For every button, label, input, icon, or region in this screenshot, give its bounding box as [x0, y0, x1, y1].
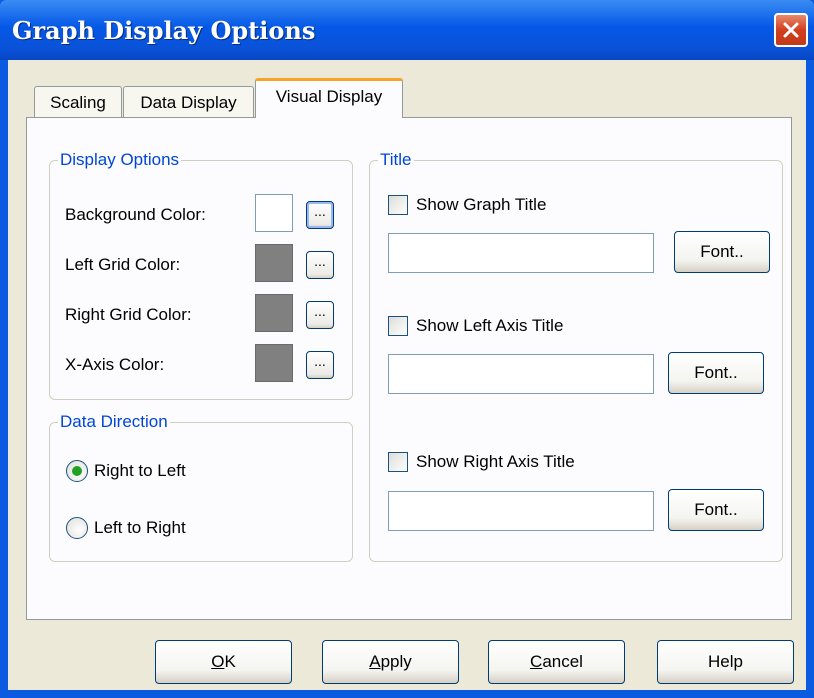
- background-color-label: Background Color:: [65, 205, 206, 224]
- graph-title-font-button[interactable]: Font..: [674, 231, 770, 273]
- title-bar[interactable]: Graph Display Options: [0, 0, 814, 60]
- right-axis-title-input[interactable]: [388, 491, 654, 531]
- title-group: Title Show Graph Title Font.. Show Left …: [369, 149, 783, 562]
- data-direction-group: Data Direction Right to Left Left to Rig…: [49, 411, 353, 562]
- display-options-group: Display Options Background Color: ... Le…: [49, 149, 353, 400]
- left-grid-color-label: Left Grid Color:: [65, 255, 181, 274]
- graph-title-input[interactable]: [388, 233, 654, 273]
- tab-data-display-label: Data Display: [140, 92, 237, 112]
- graph-title-font-label: Font..: [700, 242, 744, 261]
- cancel-label-rest: ancel: [542, 652, 583, 671]
- apply-mnemonic: A: [369, 652, 381, 671]
- tab-visual-display-label: Visual Display: [275, 86, 383, 106]
- background-color-swatch: [255, 194, 293, 232]
- cancel-mnemonic: C: [530, 652, 543, 671]
- right-grid-color-button[interactable]: ...: [306, 301, 334, 329]
- show-graph-title-checkbox[interactable]: [388, 195, 408, 215]
- close-icon: [783, 22, 799, 38]
- left-grid-color-swatch: [255, 244, 293, 282]
- tab-scaling[interactable]: Scaling: [34, 86, 122, 118]
- right-axis-title-font-label: Font..: [694, 500, 738, 519]
- help-label: Help: [708, 652, 743, 671]
- display-options-legend: Display Options: [58, 149, 182, 171]
- right-grid-color-label: Right Grid Color:: [65, 305, 192, 324]
- ok-label-rest: K: [224, 652, 236, 671]
- right-axis-title-font-button[interactable]: Font..: [668, 489, 764, 531]
- tab-visual-display[interactable]: Visual Display: [255, 78, 403, 118]
- right-to-left-radio[interactable]: [66, 460, 88, 482]
- right-grid-color-swatch: [255, 294, 293, 332]
- close-button[interactable]: [774, 13, 808, 47]
- ok-mnemonic: O: [211, 652, 225, 671]
- title-legend: Title: [378, 149, 414, 171]
- background-color-button[interactable]: ...: [306, 201, 334, 229]
- left-axis-title-font-label: Font..: [694, 363, 738, 382]
- apply-button[interactable]: Apply: [322, 640, 459, 684]
- help-button[interactable]: Help: [657, 640, 794, 684]
- tab-data-display[interactable]: Data Display: [123, 86, 254, 118]
- left-axis-title-input[interactable]: [388, 354, 654, 394]
- window-title: Graph Display Options: [12, 16, 316, 45]
- radio-selected-dot: [72, 466, 82, 476]
- left-to-right-radio[interactable]: [66, 517, 88, 539]
- left-to-right-label[interactable]: Left to Right: [94, 518, 186, 538]
- cancel-button[interactable]: Cancel: [488, 640, 625, 684]
- tab-scaling-label: Scaling: [50, 92, 106, 112]
- x-axis-color-label: X-Axis Color:: [65, 355, 165, 374]
- x-axis-color-button[interactable]: ...: [306, 351, 334, 379]
- visual-display-panel: Display Options Background Color: ... Le…: [26, 117, 792, 620]
- left-axis-title-font-button[interactable]: Font..: [668, 352, 764, 394]
- show-graph-title-label[interactable]: Show Graph Title: [416, 195, 546, 215]
- show-left-axis-title-label[interactable]: Show Left Axis Title: [416, 316, 563, 336]
- x-axis-color-swatch: [255, 344, 293, 382]
- data-direction-legend: Data Direction: [58, 411, 170, 433]
- show-right-axis-title-checkbox[interactable]: [388, 452, 408, 472]
- show-right-axis-title-label[interactable]: Show Right Axis Title: [416, 452, 575, 472]
- show-left-axis-title-checkbox[interactable]: [388, 316, 408, 336]
- ok-button[interactable]: OK: [155, 640, 292, 684]
- left-grid-color-button[interactable]: ...: [306, 251, 334, 279]
- apply-label-rest: pply: [380, 652, 412, 671]
- right-to-left-label[interactable]: Right to Left: [94, 461, 186, 481]
